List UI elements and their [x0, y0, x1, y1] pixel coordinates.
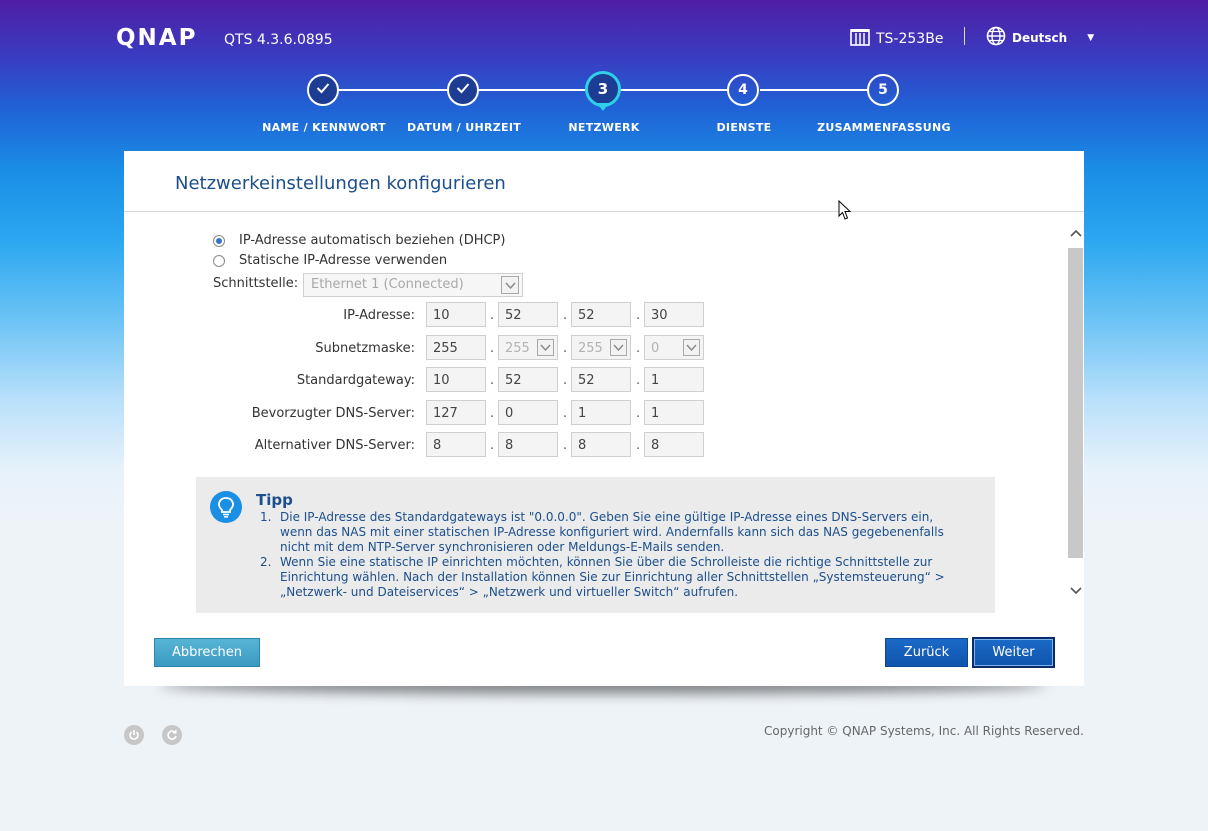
- interface-select[interactable]: Ethernet 1 (Connected): [303, 273, 523, 297]
- setup-stepper: 3 4 5 NAME / KENNWORT DATUM / UHRZEIT NE…: [0, 0, 1208, 150]
- copyright-text: Copyright © QNAP Systems, Inc. All Right…: [764, 724, 1084, 738]
- preferred-dns-octet-1[interactable]: 127: [426, 400, 486, 425]
- static-ip-radio[interactable]: [213, 254, 225, 267]
- step-4-circle: 4: [727, 74, 759, 106]
- subnet-octet-1[interactable]: 255: [426, 335, 486, 360]
- octet-separator: .: [490, 373, 495, 388]
- alternate-dns-octet-4[interactable]: 8: [644, 432, 704, 457]
- static-ip-radio-option[interactable]: Statische IP-Adresse verwenden: [213, 253, 447, 268]
- dhcp-radio[interactable]: [213, 234, 225, 247]
- power-icon[interactable]: [124, 725, 144, 745]
- interface-value: Ethernet 1 (Connected): [311, 277, 464, 292]
- step-connector: [620, 89, 728, 91]
- octet-separator: .: [636, 373, 641, 388]
- chevron-down-icon[interactable]: [501, 276, 519, 294]
- tip-item: 2. Wenn Sie eine statische IP einrichten…: [260, 555, 960, 600]
- cancel-button[interactable]: Abbrechen: [154, 638, 260, 667]
- octet-separator: .: [490, 308, 495, 323]
- subnet-octet-4: 0: [651, 341, 660, 356]
- octet-separator: .: [490, 438, 495, 453]
- tip-item-number: 2.: [260, 555, 272, 569]
- network-settings-card: Netzwerkeinstellungen konfigurieren IP-A…: [124, 151, 1084, 686]
- mouse-cursor-icon: [838, 199, 852, 225]
- lightbulb-icon: [210, 491, 242, 523]
- tip-box: Tipp 1. Die IP-Adresse des Standardgatew…: [196, 477, 995, 613]
- preferred-dns-octet-2[interactable]: 0: [498, 400, 558, 425]
- octet-separator: .: [636, 406, 641, 421]
- ip-octet-2[interactable]: 52: [498, 302, 558, 327]
- ip-octet-3[interactable]: 52: [571, 302, 631, 327]
- interface-label: Schnittstelle:: [213, 276, 299, 291]
- check-icon: [316, 82, 330, 98]
- octet-separator: .: [490, 406, 495, 421]
- tip-item-text: Wenn Sie eine statische IP einrichten mö…: [280, 555, 945, 599]
- octet-separator: .: [563, 373, 568, 388]
- tip-item-number: 1.: [260, 510, 272, 524]
- alternate-dns-label: Alternativer DNS-Server:: [254, 438, 415, 453]
- subnet-octet-3-select[interactable]: 255: [571, 335, 631, 360]
- current-step-pin: [597, 103, 609, 111]
- gateway-octet-4[interactable]: 1: [644, 367, 704, 392]
- ip-octet-4[interactable]: 30: [644, 302, 704, 327]
- subnet-octet-2: 255: [505, 341, 530, 356]
- step-5-label: ZUSAMMENFASSUNG: [817, 121, 951, 134]
- preferred-dns-label: Bevorzugter DNS-Server:: [251, 406, 415, 421]
- subnet-octet-3: 255: [578, 341, 603, 356]
- octet-separator: .: [636, 341, 641, 356]
- octet-separator: .: [490, 341, 495, 356]
- alternate-dns-octet-2[interactable]: 8: [498, 432, 558, 457]
- octet-separator: .: [563, 308, 568, 323]
- step-5-circle: 5: [867, 74, 899, 106]
- subnet-octet-4-select[interactable]: 0: [644, 335, 704, 360]
- gateway-octet-3[interactable]: 52: [571, 367, 631, 392]
- alternate-dns-octet-3[interactable]: 8: [571, 432, 631, 457]
- subnet-octet-2-select[interactable]: 255: [498, 335, 558, 360]
- tip-list: 1. Die IP-Adresse des Standardgateways i…: [260, 510, 960, 600]
- octet-separator: .: [563, 438, 568, 453]
- step-2-label: DATUM / UHRZEIT: [406, 121, 522, 134]
- tip-title: Tipp: [256, 491, 293, 509]
- step-1-circle: [307, 74, 339, 106]
- scroll-up-icon[interactable]: [1067, 225, 1084, 241]
- back-button[interactable]: Zurück: [885, 638, 968, 667]
- check-icon: [456, 82, 470, 98]
- step-2-circle: [447, 74, 479, 106]
- step-connector: [478, 89, 586, 91]
- next-button[interactable]: Weiter: [972, 637, 1055, 668]
- chevron-down-icon[interactable]: [683, 339, 700, 356]
- subnet-mask-label: Subnetzmaske:: [315, 341, 415, 356]
- dhcp-radio-option[interactable]: IP-Adresse automatisch beziehen (DHCP): [213, 233, 505, 248]
- octet-separator: .: [563, 341, 568, 356]
- preferred-dns-octet-3[interactable]: 1: [571, 400, 631, 425]
- tip-item-text: Die IP-Adresse des Standardgateways ist …: [280, 510, 944, 554]
- page-title: Netzwerkeinstellungen konfigurieren: [175, 173, 506, 194]
- alternate-dns-octet-1[interactable]: 8: [426, 432, 486, 457]
- settings-scroll-area[interactable]: IP-Adresse automatisch beziehen (DHCP) S…: [124, 212, 1084, 665]
- step-4-label: DIENSTE: [716, 121, 772, 134]
- step-3-label: NETZWERK: [568, 121, 640, 134]
- step-3-circle: 3: [585, 71, 621, 107]
- ip-address-label: IP-Adresse:: [343, 308, 415, 323]
- ip-octet-1[interactable]: 10: [426, 302, 486, 327]
- octet-separator: .: [636, 438, 641, 453]
- vertical-scrollbar[interactable]: [1067, 223, 1084, 665]
- tip-item: 1. Die IP-Adresse des Standardgateways i…: [260, 510, 960, 555]
- octet-separator: .: [636, 308, 641, 323]
- step-connector: [338, 89, 448, 91]
- chevron-down-icon[interactable]: [537, 339, 554, 356]
- preferred-dns-octet-4[interactable]: 1: [644, 400, 704, 425]
- gateway-octet-2[interactable]: 52: [498, 367, 558, 392]
- gateway-octet-1[interactable]: 10: [426, 367, 486, 392]
- octet-separator: .: [563, 406, 568, 421]
- step-1-label: NAME / KENNWORT: [262, 121, 386, 134]
- chevron-down-icon[interactable]: [610, 339, 627, 356]
- dhcp-label: IP-Adresse automatisch beziehen (DHCP): [239, 233, 506, 248]
- gateway-label: Standardgateway:: [296, 373, 415, 388]
- scroll-down-icon[interactable]: [1067, 583, 1084, 599]
- restart-icon[interactable]: [162, 725, 182, 745]
- scrollbar-thumb[interactable]: [1068, 248, 1083, 558]
- static-ip-label: Statische IP-Adresse verwenden: [239, 253, 448, 268]
- step-connector: [760, 89, 868, 91]
